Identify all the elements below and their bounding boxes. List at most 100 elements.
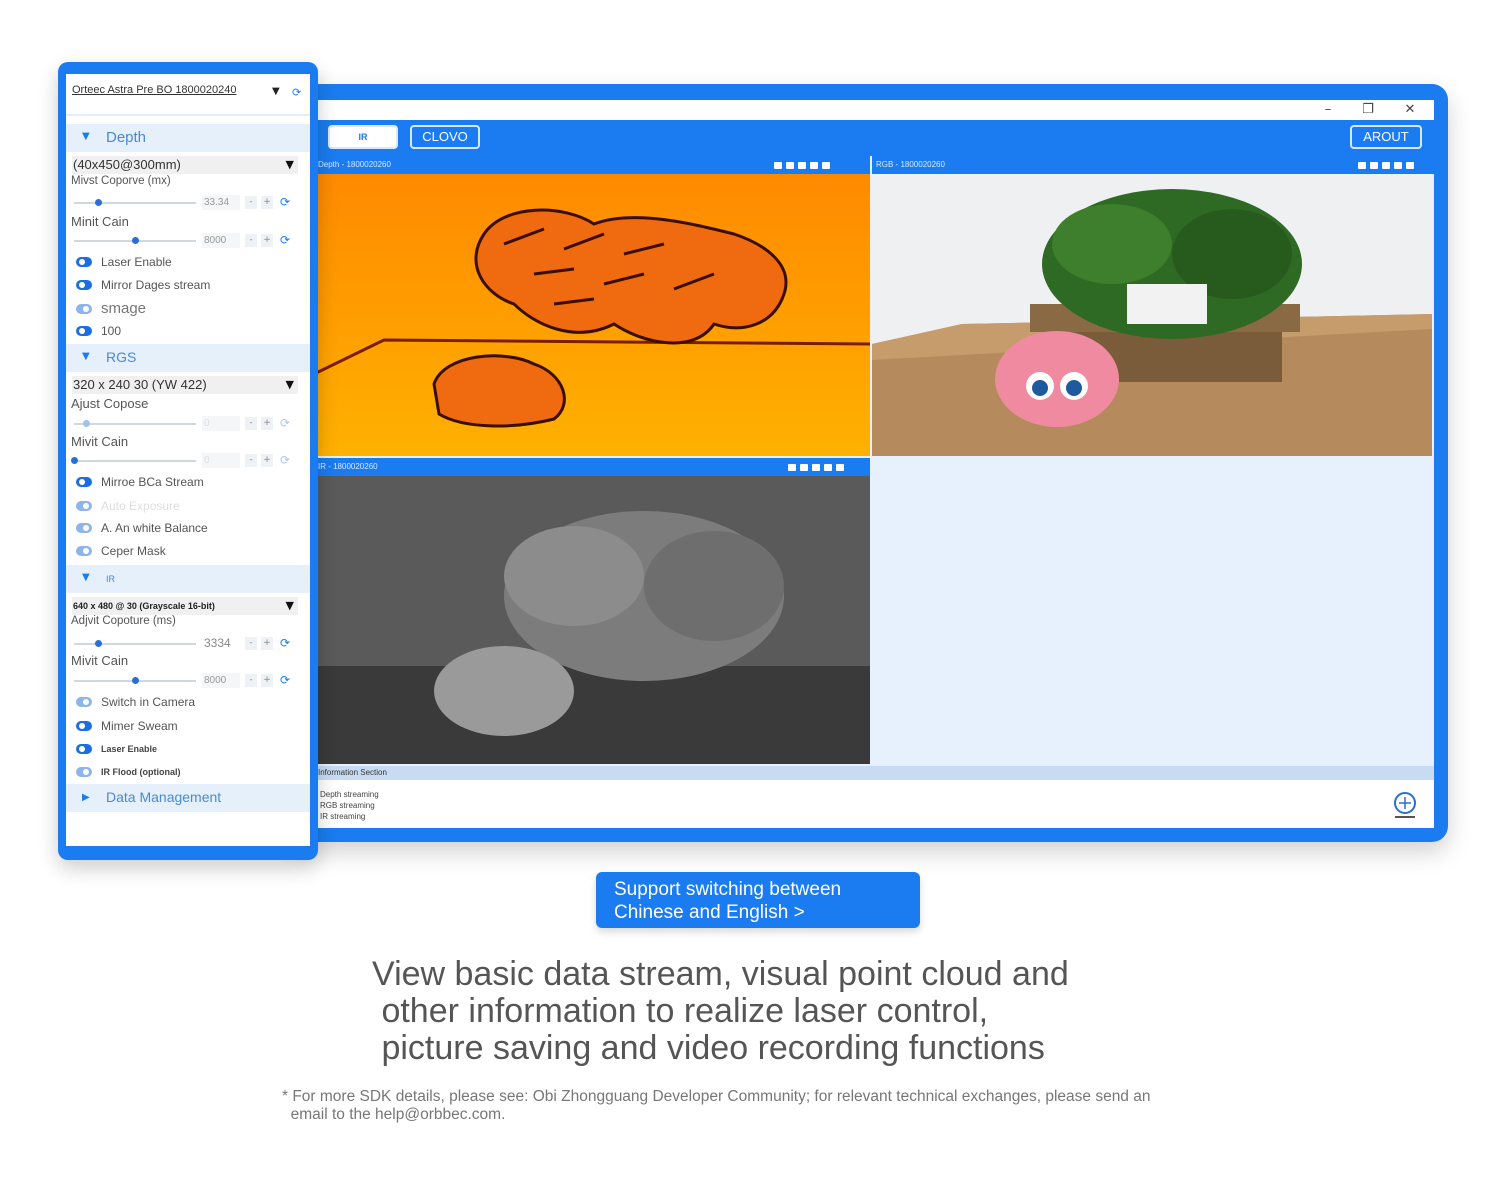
increment-button[interactable]: +	[261, 674, 273, 687]
rgb-stream-view	[872, 174, 1432, 456]
increment-button[interactable]: +	[261, 234, 273, 247]
toggle-switch[interactable]	[76, 697, 92, 707]
pause-icon[interactable]	[812, 463, 820, 471]
toggle-depth-image[interactable]: smage	[66, 299, 310, 319]
toggle-auto-white-balance[interactable]: A. An white Balance	[66, 518, 310, 538]
toggle-switch[interactable]	[76, 257, 92, 267]
log-line: RGB streaming	[320, 801, 375, 810]
collapse-triangle-icon[interactable]: ▼	[82, 131, 90, 142]
slider-thumb[interactable]	[95, 640, 103, 647]
toggle-label: Mimer Sweam	[101, 719, 178, 733]
decrement-button[interactable]: -	[245, 234, 257, 247]
increment-button[interactable]: +	[261, 637, 273, 650]
ir-exposure-value[interactable]: 3334	[202, 636, 240, 651]
rgb-gain-value[interactable]: 0	[202, 453, 240, 468]
toggle-ir-flood[interactable]: IR Flood (optional)	[66, 762, 310, 782]
increment-button[interactable]: +	[261, 196, 273, 209]
toggle-auto-exposure[interactable]: Auto Exposure	[66, 496, 310, 516]
slider-thumb[interactable]	[95, 199, 103, 206]
reset-icon[interactable]: ⟳	[280, 636, 290, 650]
toggle-switch[interactable]	[76, 744, 92, 754]
settings-icon[interactable]	[1406, 161, 1414, 169]
snapshot-icon[interactable]	[774, 161, 782, 169]
toggle-switch-camera[interactable]: Switch in Camera	[66, 692, 310, 712]
rgb-gain-slider[interactable]	[74, 460, 196, 462]
toggle-mirror-depth[interactable]: Mirror Dages stream	[66, 275, 310, 295]
snapshot-icon[interactable]	[1358, 161, 1366, 169]
maximize-button[interactable]: ❐	[1348, 100, 1388, 120]
expand-triangle-icon[interactable]: ▶	[82, 792, 90, 803]
record-icon[interactable]	[800, 463, 808, 471]
tab-ir[interactable]: IR	[328, 125, 398, 149]
ir-exposure-slider[interactable]	[74, 643, 196, 645]
chevron-down-icon[interactable]: ▼	[272, 86, 280, 97]
reset-icon[interactable]: ⟳	[280, 416, 290, 430]
ir-exposure-slider-row: 3334 - + ⟳	[66, 636, 310, 652]
toggle-switch[interactable]	[76, 523, 92, 533]
tab-clovo[interactable]: CLOVO	[410, 125, 480, 149]
toggle-switch[interactable]	[76, 326, 92, 336]
fullscreen-icon[interactable]	[1394, 161, 1402, 169]
depth-gain-value[interactable]: 8000	[202, 233, 240, 248]
increment-button[interactable]: +	[261, 417, 273, 430]
refresh-icon[interactable]: ⟳	[292, 86, 301, 99]
decrement-button[interactable]: -	[245, 674, 257, 687]
toggle-label: Mirroe BCa Stream	[101, 475, 204, 489]
slider-thumb[interactable]	[83, 420, 91, 427]
section-ir[interactable]: ▼ IR	[66, 565, 310, 593]
section-depth[interactable]: ▼ Depth	[66, 124, 310, 152]
about-button[interactable]: AROUT	[1350, 125, 1422, 149]
pause-icon[interactable]	[798, 161, 806, 169]
toggle-switch[interactable]	[76, 477, 92, 487]
toggle-color-mask[interactable]: Ceper Mask	[66, 541, 310, 561]
collapse-triangle-icon[interactable]: ▼	[82, 351, 90, 362]
decrement-button[interactable]: -	[245, 196, 257, 209]
toggle-switch[interactable]	[76, 501, 92, 511]
fullscreen-icon[interactable]	[824, 463, 832, 471]
toggle-switch[interactable]	[76, 304, 92, 314]
section-rgb[interactable]: ▼ RGS	[66, 344, 310, 372]
reset-icon[interactable]: ⟳	[280, 673, 290, 687]
depth-mode-select[interactable]: (40x450@300mm) ▼	[72, 156, 298, 174]
reset-icon[interactable]: ⟳	[280, 233, 290, 247]
depth-exposure-slider[interactable]	[74, 202, 196, 204]
toggle-switch[interactable]	[76, 280, 92, 290]
increment-button[interactable]: +	[261, 454, 273, 467]
close-button[interactable]: ✕	[1390, 100, 1430, 120]
fullscreen-icon[interactable]	[810, 161, 818, 169]
toggle-switch[interactable]	[76, 721, 92, 731]
decrement-button[interactable]: -	[245, 417, 257, 430]
decrement-button[interactable]: -	[245, 637, 257, 650]
rgb-exposure-value[interactable]: 0	[202, 416, 240, 431]
collapse-triangle-icon[interactable]: ▼	[82, 572, 90, 583]
slider-thumb[interactable]	[132, 237, 139, 244]
settings-icon[interactable]	[836, 463, 844, 471]
section-data-management[interactable]: ▶ Data Management	[66, 784, 310, 812]
depth-exposure-value[interactable]: 33.34	[202, 195, 240, 210]
decrement-button[interactable]: -	[245, 454, 257, 467]
toggle-mirror-ir[interactable]: Mimer Sweam	[66, 716, 310, 736]
record-icon[interactable]	[786, 161, 794, 169]
toggle-ir-laser[interactable]: Laser Enable	[66, 739, 310, 759]
toggle-laser-enable[interactable]: Laser Enable	[66, 252, 310, 272]
record-icon[interactable]	[1370, 161, 1378, 169]
toggle-depth-100[interactable]: 100	[66, 321, 310, 341]
language-switch-button[interactable]: Support switching between Chinese and En…	[596, 872, 920, 928]
toggle-mirror-rgb[interactable]: Mirroe BCa Stream	[66, 472, 310, 492]
rgb-exposure-slider[interactable]	[74, 423, 196, 425]
toggle-label: IR Flood (optional)	[101, 767, 181, 777]
minimize-button[interactable]: –	[1308, 100, 1348, 120]
reset-icon[interactable]: ⟳	[280, 453, 290, 467]
ir-gain-value[interactable]: 8000	[202, 673, 240, 688]
reset-icon[interactable]: ⟳	[280, 195, 290, 209]
ir-mode-select[interactable]: 640 x 480 @ 30 (Grayscale 16-bit) ▼	[72, 597, 298, 615]
toggle-switch[interactable]	[76, 546, 92, 556]
pause-icon[interactable]	[1382, 161, 1390, 169]
settings-icon[interactable]	[822, 161, 830, 169]
slider-thumb[interactable]	[71, 457, 78, 464]
device-selector[interactable]: Orteec Astra Pre BO 1800020240 ▼ ⟳	[66, 74, 310, 116]
slider-thumb[interactable]	[132, 677, 139, 684]
rgb-mode-select[interactable]: 320 x 240 30 (YW 422) ▼	[72, 376, 298, 394]
toggle-switch[interactable]	[76, 767, 92, 777]
snapshot-icon[interactable]	[788, 463, 796, 471]
